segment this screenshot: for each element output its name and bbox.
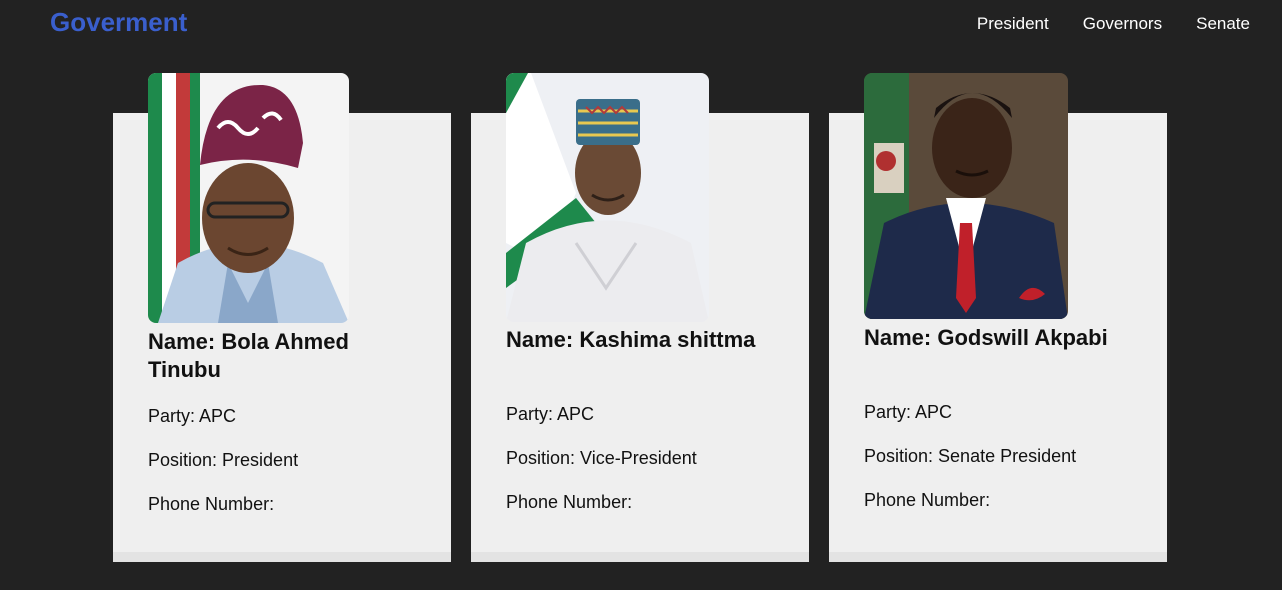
official-party: Party: APC [148, 406, 237, 426]
nav-link-senate[interactable]: Senate [1196, 14, 1250, 34]
official-phone: Phone Number: [506, 492, 633, 512]
official-photo-tinubu [148, 73, 349, 323]
brand-logo-link[interactable]: Goverment [50, 7, 187, 38]
nav-link-president[interactable]: President [977, 14, 1049, 34]
official-position: Position: President [148, 450, 299, 470]
official-photo-shettima [506, 73, 709, 322]
official-name: Name: Bola Ahmed Tinubu [148, 329, 349, 382]
official-party: Party: APC [864, 402, 953, 422]
official-phone: Phone Number: [864, 490, 991, 510]
nav-links: President Governors Senate [977, 14, 1250, 34]
official-party: Party: APC [506, 404, 595, 424]
official-position: Position: Vice-President [506, 448, 697, 468]
nav-link-governors[interactable]: Governors [1083, 14, 1162, 34]
official-name: Name: Kashima shittma [506, 327, 756, 352]
official-photo-akpabio [864, 73, 1068, 319]
official-name: Name: Godswill Akpabi [864, 325, 1108, 350]
official-phone: Phone Number: [148, 494, 275, 514]
official-position: Position: Senate President [864, 446, 1077, 466]
navbar: Goverment President Governors Senate [0, 0, 1282, 48]
